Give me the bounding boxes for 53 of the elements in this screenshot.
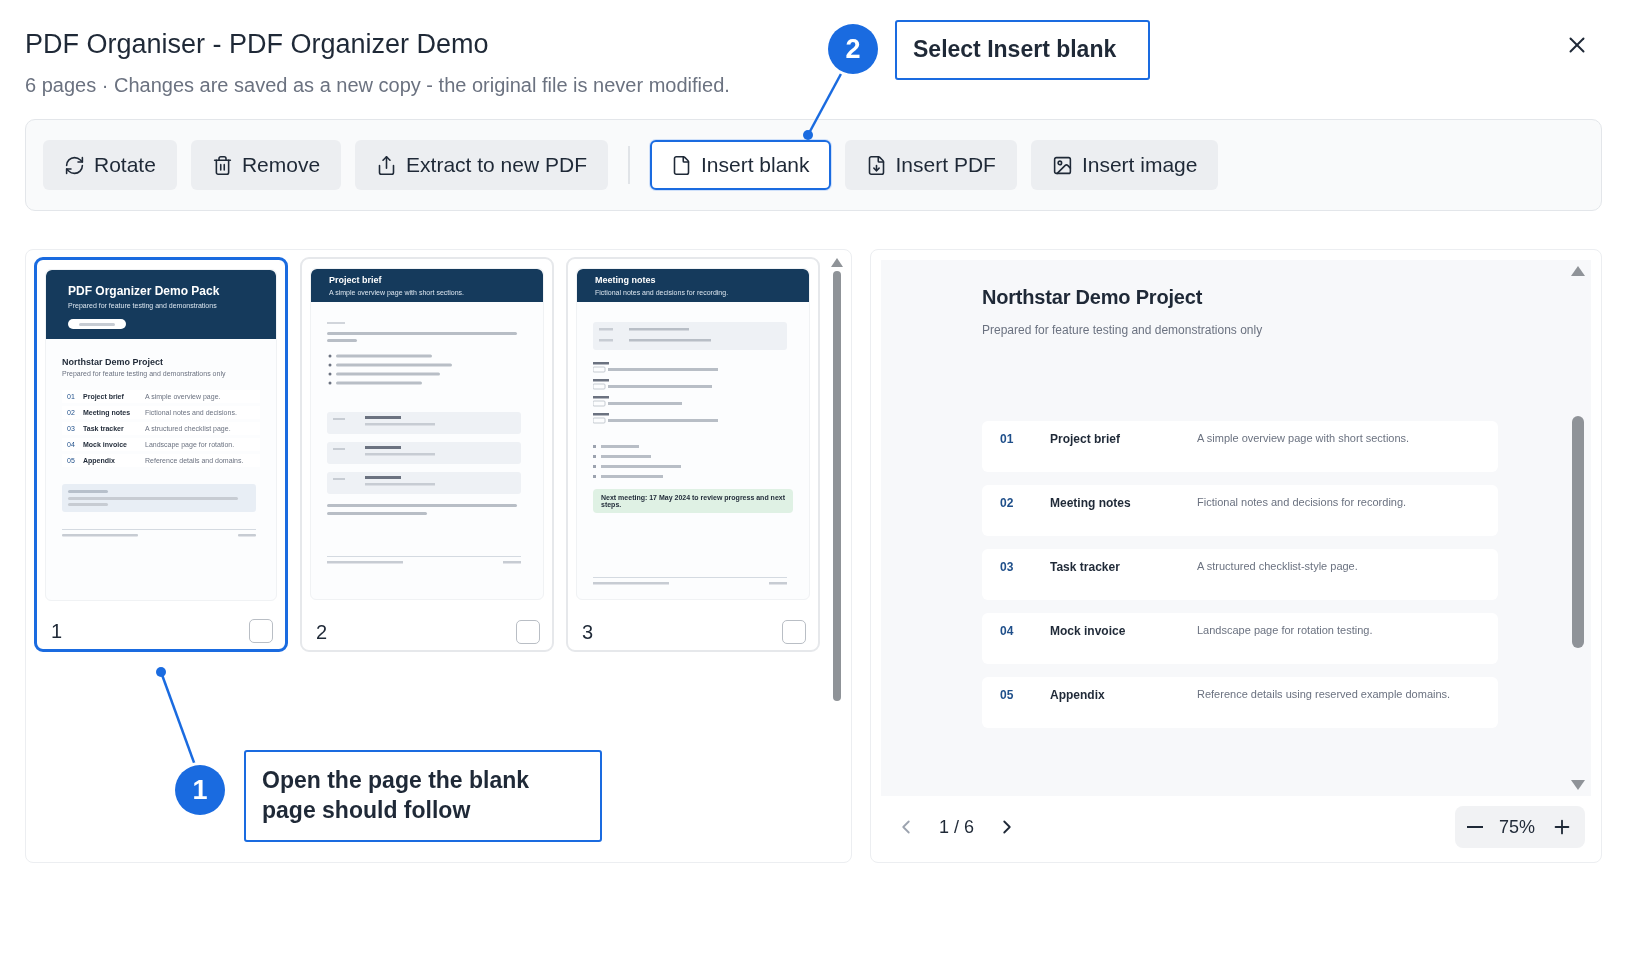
scrollbar-thumb[interactable] [833,271,841,701]
extract-button[interactable]: Extract to new PDF [355,140,608,190]
dialog-title: PDF Organiser - PDF Organizer Demo [25,29,490,60]
scroll-down-icon[interactable] [1571,780,1585,790]
page-number: 1 [51,619,63,643]
page-indicator: 1 / 6 [939,816,975,838]
row-title: Task tracker [1050,560,1121,574]
scroll-up-icon[interactable] [831,258,843,267]
page-number: 2 [316,620,328,644]
row-title: Appendix [1050,688,1106,702]
page-checkbox[interactable] [249,619,273,643]
page-checkbox[interactable] [516,620,540,644]
row-number: 01 [1000,432,1015,446]
pdf-button[interactable]: Insert PDF [844,140,1017,190]
row-title: Meeting notes [1050,496,1132,510]
row-number: 02 [1000,496,1015,510]
row-number: 03 [1000,560,1015,574]
page-checkbox[interactable] [782,620,806,644]
row-description: A simple overview page with short sections. [1197,432,1411,446]
row-description: A structured checklist-style page. [1197,560,1359,574]
preview-title: Northstar Demo Project [982,286,1204,309]
row-title: Project brief [1050,432,1122,446]
text-line-icon [79,322,115,326]
page-thumbnail[interactable] [34,257,288,652]
row-description: Landscape page for rotation testing. [1197,624,1374,638]
remove-button[interactable]: Remove [190,140,342,190]
zoom-level: 75% [1498,816,1535,838]
trash-icon [211,154,233,176]
row-number: 05 [1000,688,1015,702]
page-heading: Northstar Demo Project [62,357,165,367]
step-number: 1 [175,765,225,815]
page-title: Project brief [329,275,382,285]
step-number: 2 [828,24,878,74]
row-description: Reference details using reserved example domains. [1197,688,1452,702]
row-title: Mock invoice [1050,624,1127,638]
callout-text: Open the page the blank page should follow [244,750,602,842]
rotate-button[interactable]: Rotate [43,140,177,190]
row-number: 04 [1000,624,1015,638]
image-icon [1051,154,1073,176]
blank-button[interactable]: Insert blank [649,140,831,190]
scroll-up-icon[interactable] [1571,266,1585,276]
row-description: Fictional notes and decisions for recording. [1197,496,1408,510]
preview-subtitle: Prepared for feature testing and demonstrations only [982,323,1264,337]
callout-text: Select Insert blank [895,20,1150,80]
image-button[interactable]: Insert image [1030,140,1219,190]
page-number: 3 [582,620,594,644]
page-title: Meeting notes [595,275,656,285]
leader-line [803,71,844,140]
scrollbar-thumb[interactable] [1572,416,1584,648]
refresh-icon [64,154,85,176]
minus-icon [1466,826,1483,828]
dialog-subtitle: 6 pages · Changes are saved as a new copy - the original file is never modified. [25,74,730,97]
page-title: PDF Organizer Demo Pack [68,284,220,298]
